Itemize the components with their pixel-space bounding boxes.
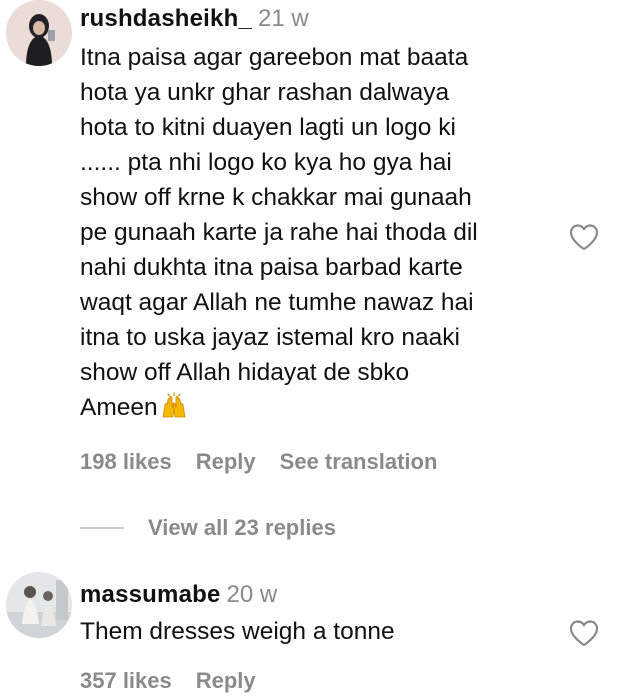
likes-count[interactable]: 198 likes [80, 449, 172, 474]
likes-count[interactable]: 357 likes [80, 668, 172, 693]
reply-button[interactable]: Reply [196, 668, 256, 693]
replies-divider [80, 527, 124, 529]
time-ago: 21 w [258, 5, 309, 32]
raising-hands-icon [160, 392, 188, 418]
view-replies-row[interactable]: View all 23 replies [80, 513, 336, 543]
comment-actions: 198 likes Reply See translation [80, 448, 437, 476]
avatar[interactable] [6, 0, 72, 66]
username[interactable]: massumabe [80, 581, 221, 608]
user-avatar-icon [6, 0, 72, 66]
comment-body: Itna paisa agar gareebon mat baata hota … [80, 44, 478, 421]
like-heart-icon[interactable] [568, 222, 600, 252]
comment-text: Them dresses weigh a tonne [80, 614, 560, 649]
like-heart-icon[interactable] [568, 618, 600, 648]
see-translation-button[interactable]: See translation [280, 449, 438, 474]
time-ago: 20 w [226, 581, 278, 608]
avatar[interactable] [6, 572, 72, 638]
comment-actions: 357 likes Reply [80, 667, 256, 695]
comment-header: massumabe 20 w [80, 580, 277, 610]
reply-button[interactable]: Reply [196, 449, 256, 474]
comment-body: Them dresses weigh a tonne [80, 618, 395, 645]
comment-text: Itna paisa agar gareebon mat baata hota … [80, 40, 560, 425]
username[interactable]: rushdasheikh_ [80, 5, 252, 32]
view-replies-button[interactable]: View all 23 replies [148, 515, 336, 541]
comment-header: rushdasheikh_ 21 w [80, 4, 309, 34]
user-avatar-icon [6, 572, 72, 638]
